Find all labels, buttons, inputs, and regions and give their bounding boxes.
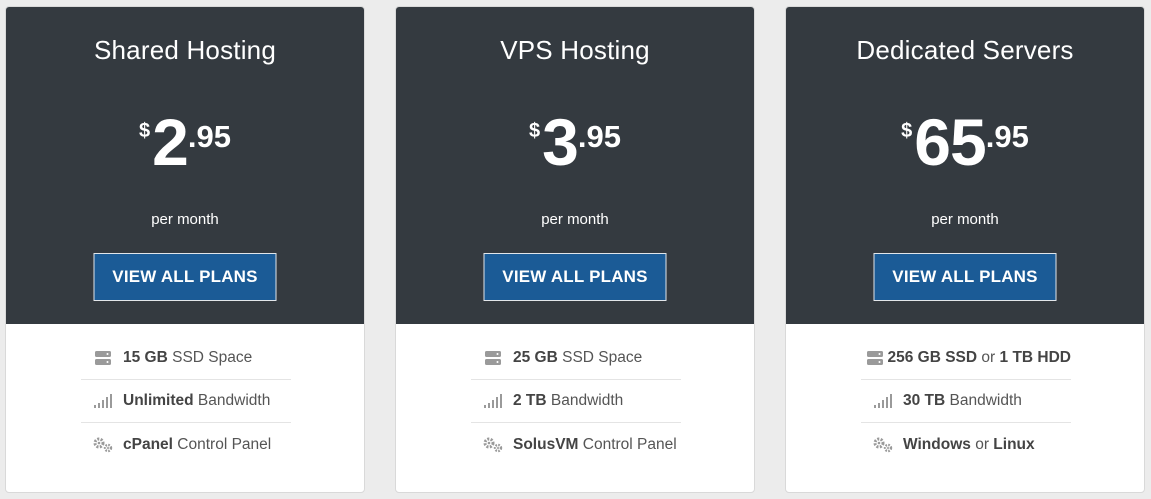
price-cents: .95	[577, 119, 621, 154]
feature-text: 15 GB SSD Space	[123, 349, 253, 366]
signal-bars-icon	[863, 393, 903, 409]
card-header: VPS Hosting $ 3 .95 per month VIEW ALL P…	[396, 7, 754, 324]
price-currency: $	[529, 120, 541, 142]
feature-text: 256 GB SSD or 1 TB HDD	[887, 349, 1072, 366]
price-period: per month	[151, 211, 219, 228]
price-period: per month	[931, 211, 999, 228]
card-title: Shared Hosting	[93, 35, 277, 65]
view-all-plans-button[interactable]: VIEW ALL PLANS	[873, 253, 1057, 301]
feature-list: 256 GB SSD or 1 TB HDD 30 TB Bandwidth W…	[861, 337, 1071, 466]
feature-text: 2 TB Bandwidth	[513, 392, 624, 409]
gears-icon	[473, 437, 513, 453]
view-all-plans-button[interactable]: VIEW ALL PLANS	[93, 253, 277, 301]
feature-text: 30 TB Bandwidth	[903, 392, 1022, 409]
price-whole: 3	[542, 105, 579, 179]
feature-item: SolusVM Control Panel	[471, 423, 681, 466]
server-icon	[473, 350, 513, 366]
signal-bars-icon	[83, 393, 123, 409]
feature-text: SolusVM Control Panel	[513, 435, 677, 453]
feature-item: cPanel Control Panel	[81, 423, 291, 466]
server-icon	[863, 350, 888, 366]
price-currency: $	[139, 120, 151, 142]
feature-item: 256 GB SSD or 1 TB HDD	[861, 337, 1071, 380]
card-title: Dedicated Servers	[856, 35, 1074, 65]
feature-item: Windows or Linux	[861, 423, 1071, 466]
feature-list: 15 GB SSD Space Unlimited Bandwidth cPan…	[81, 337, 291, 466]
price-cents: .95	[985, 119, 1029, 154]
signal-bars-icon	[473, 393, 513, 409]
feature-text: Windows or Linux	[903, 435, 1035, 453]
feature-list: 25 GB SSD Space 2 TB Bandwidth SolusVM C…	[471, 337, 681, 466]
feature-item: 2 TB Bandwidth	[471, 380, 681, 423]
price-whole: 65	[914, 105, 986, 179]
price-currency: $	[901, 120, 913, 142]
gears-icon	[83, 437, 123, 453]
card-header: Shared Hosting $ 2 .95 per month VIEW AL…	[6, 7, 364, 324]
card-header: Dedicated Servers $ 65 .95 per month VIE…	[786, 7, 1144, 324]
feature-item: 30 TB Bandwidth	[861, 380, 1071, 423]
feature-text: Unlimited Bandwidth	[123, 392, 271, 409]
price: $ 3 .95	[396, 109, 754, 175]
price: $ 2 .95	[6, 109, 364, 175]
feature-item: Unlimited Bandwidth	[81, 380, 291, 423]
feature-item: 25 GB SSD Space	[471, 337, 681, 380]
gears-icon	[863, 437, 903, 453]
view-all-plans-button[interactable]: VIEW ALL PLANS	[483, 253, 667, 301]
feature-item: 15 GB SSD Space	[81, 337, 291, 380]
price-whole: 2	[152, 105, 189, 179]
feature-text: cPanel Control Panel	[123, 435, 272, 453]
pricing-card-dedicated: Dedicated Servers $ 65 .95 per month VIE…	[785, 6, 1145, 493]
feature-text: 25 GB SSD Space	[513, 349, 643, 366]
price-cents: .95	[187, 119, 231, 154]
price-period: per month	[541, 211, 609, 228]
price: $ 65 .95	[786, 109, 1144, 175]
pricing-card-vps: VPS Hosting $ 3 .95 per month VIEW ALL P…	[395, 6, 755, 493]
pricing-card-shared: Shared Hosting $ 2 .95 per month VIEW AL…	[5, 6, 365, 493]
card-title: VPS Hosting	[500, 35, 650, 65]
server-icon	[83, 350, 123, 366]
